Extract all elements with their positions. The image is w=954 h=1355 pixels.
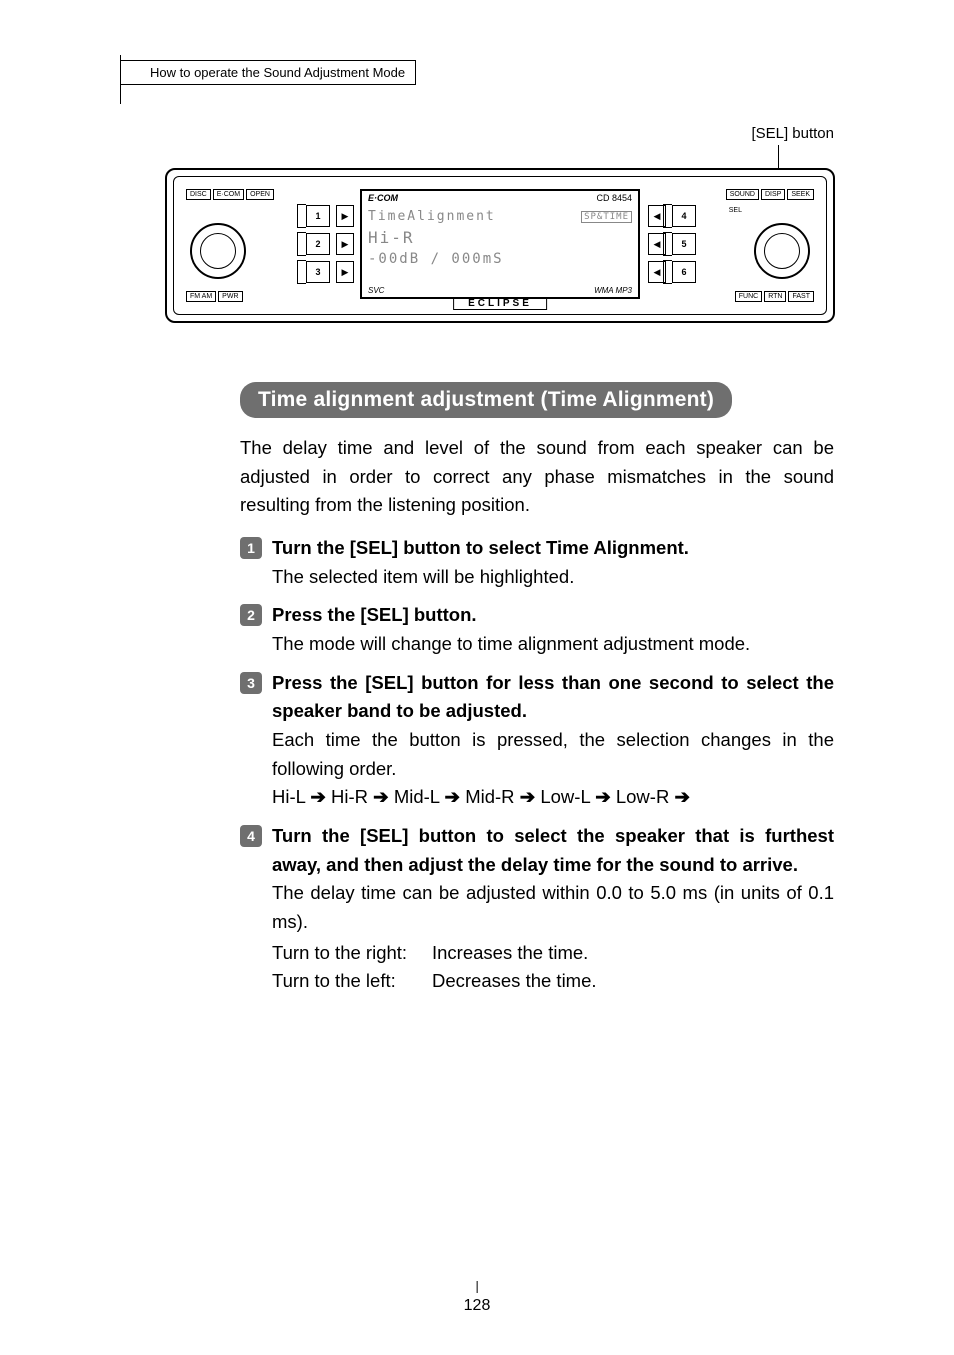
preset-col-left: 1 2 3 [306, 205, 330, 283]
fast-button: FAST [788, 291, 814, 302]
step-title: Turn the [SEL] button to select Time Ali… [272, 534, 834, 563]
device-top-left-buttons: DISC E·COM OPEN [186, 189, 274, 200]
step-number-icon: 3 [240, 672, 262, 694]
page-number: 128 [464, 1297, 491, 1315]
step-number-icon: 2 [240, 604, 262, 626]
preset-4: 4 [672, 205, 696, 227]
arrow-right-icon: ➔ [595, 786, 611, 807]
pwr-button: PWR [218, 291, 242, 302]
device-right-panel: SOUND DISP SEEK SEL FUNC RTN FAST [700, 183, 820, 308]
turn-table: Turn to the right: Increases the time. T… [272, 939, 834, 996]
arrow-right-icon: ▶ [336, 205, 354, 227]
preset-3: 3 [306, 261, 330, 283]
breadcrumb-text: How to operate the Sound Adjustment Mode [150, 65, 405, 80]
lcd-ecom-label: E·COM [368, 193, 398, 203]
seq-item: Mid-R [465, 786, 514, 807]
sel-button-callout: [SEL] button [751, 125, 834, 142]
sel-label: SEL [729, 207, 742, 214]
arrow-col-left: ▶ ▶ ▶ [336, 205, 354, 283]
step-title: Press the [SEL] button. [272, 601, 834, 630]
preset-6: 6 [672, 261, 696, 283]
device-illustration: DISC E·COM OPEN FM AM PWR 1 2 3 ▶ ▶ ▶ [165, 168, 835, 323]
step-text: The selected item will be highlighted. [272, 563, 834, 592]
step-body: Turn the [SEL] button to select the spea… [272, 822, 834, 996]
device-inner: DISC E·COM OPEN FM AM PWR 1 2 3 ▶ ▶ ▶ [173, 176, 827, 315]
disc-button: DISC [186, 189, 211, 200]
seq-item: Mid-L [394, 786, 440, 807]
turn-left-label: Turn to the left: [272, 967, 432, 996]
page: How to operate the Sound Adjustment Mode… [0, 0, 954, 1355]
lcd-svc: SVC [368, 286, 384, 295]
arrow-right-icon: ➔ [373, 786, 389, 807]
turn-right-value: Increases the time. [432, 939, 588, 968]
arrow-right-icon: ➔ [674, 786, 690, 807]
turn-right-label: Turn to the right: [272, 939, 432, 968]
step-number-icon: 1 [240, 537, 262, 559]
fm-am-button: FM AM [186, 291, 216, 302]
open-button: OPEN [246, 189, 274, 200]
device-bottom-right-buttons: FUNC RTN FAST [735, 291, 814, 302]
lcd-line3: -00dB / 000mS [368, 251, 504, 267]
step-3: 3 Press the [SEL] button for less than o… [240, 669, 834, 812]
breadcrumb: How to operate the Sound Adjustment Mode [120, 60, 416, 85]
step-number-icon: 4 [240, 825, 262, 847]
step-text: Each time the button is pressed, the sel… [272, 726, 834, 783]
seq-item: Low-R [616, 786, 669, 807]
lcd-wma: WMA MP3 [594, 286, 632, 295]
main-content: Time alignment adjustment (Time Alignmen… [240, 382, 834, 1006]
arrow-right-icon: ▶ [336, 261, 354, 283]
turn-left-value: Decreases the time. [432, 967, 597, 996]
step-body: Turn the [SEL] button to select Time Ali… [272, 534, 834, 591]
arrow-right-icon: ➔ [520, 786, 536, 807]
preset-5: 5 [672, 233, 696, 255]
device-left-panel: DISC E·COM OPEN FM AM PWR [180, 183, 300, 308]
lcd-cd-label: CD 8454 [596, 193, 632, 203]
volume-knob [190, 223, 246, 279]
preset-col-right: 4 5 6 [672, 205, 696, 283]
speaker-sequence: Hi-L ➔ Hi-R ➔ Mid-L ➔ Mid-R ➔ Low-L ➔ Lo… [272, 783, 834, 812]
section-heading: Time alignment adjustment (Time Alignmen… [240, 382, 732, 418]
step-text: The delay time can be adjusted within 0.… [272, 879, 834, 936]
step-text: The mode will change to time alignment a… [272, 630, 834, 659]
lcd-display: E·COM CD 8454 TimeAlignment SP&TIME Hi-R… [360, 189, 640, 299]
rtn-button: RTN [764, 291, 786, 302]
step-4: 4 Turn the [SEL] button to select the sp… [240, 822, 834, 996]
step-2: 2 Press the [SEL] button. The mode will … [240, 601, 834, 658]
seek-button: SEEK [787, 189, 814, 200]
lcd-line1-left: TimeAlignment [368, 209, 496, 224]
seq-item: Hi-R [331, 786, 368, 807]
step-title: Turn the [SEL] button to select the spea… [272, 822, 834, 879]
device-top-right-buttons: SOUND DISP SEEK [726, 189, 814, 200]
func-button: FUNC [735, 291, 762, 302]
arrow-right-icon: ▶ [336, 233, 354, 255]
seq-item: Low-L [540, 786, 590, 807]
arrow-right-icon: ➔ [445, 786, 461, 807]
step-title: Press the [SEL] button for less than one… [272, 669, 834, 726]
disp-button: DISP [761, 189, 785, 200]
preset-1: 1 [306, 205, 330, 227]
device-bottom-left-buttons: FM AM PWR [186, 291, 243, 302]
lcd-line2: Hi-R [368, 228, 415, 247]
sel-knob [754, 223, 810, 279]
step-1: 1 Turn the [SEL] button to select Time A… [240, 534, 834, 591]
arrow-right-icon: ➔ [310, 786, 326, 807]
section-intro: The delay time and level of the sound fr… [240, 434, 834, 520]
sound-button: SOUND [726, 189, 759, 200]
lcd-line1-right: SP&TIME [581, 211, 632, 223]
step-body: Press the [SEL] button. The mode will ch… [272, 601, 834, 658]
eclipse-logo: ECLIPSE [453, 297, 547, 310]
step-body: Press the [SEL] button for less than one… [272, 669, 834, 812]
preset-2: 2 [306, 233, 330, 255]
seq-item: Hi-L [272, 786, 305, 807]
ecom-button: E·COM [213, 189, 244, 200]
